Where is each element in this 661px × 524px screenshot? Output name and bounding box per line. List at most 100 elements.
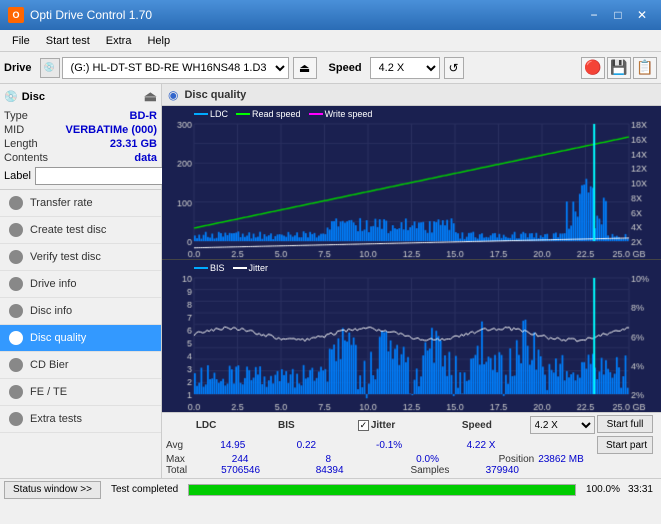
- disc-header: 💿 Disc ⏏: [4, 88, 157, 105]
- stats-header-row: LDC BIS ✓ Jitter Speed 4.2 X Start full: [166, 415, 657, 435]
- eject-button[interactable]: ⏏: [293, 57, 317, 79]
- chart2: BIS Jitter: [162, 260, 661, 413]
- save-button[interactable]: 📋: [633, 57, 657, 79]
- legend-write: Write speed: [309, 109, 373, 119]
- stats-header-bis: BIS: [246, 420, 326, 431]
- drive-label: Drive: [4, 62, 32, 74]
- sidebar-item-verify-test-disc[interactable]: Verify test disc: [0, 244, 161, 271]
- sidebar-item-disc-info[interactable]: Disc info: [0, 298, 161, 325]
- minimize-button[interactable]: −: [583, 4, 605, 26]
- nav-drive-info-label: Drive info: [30, 278, 76, 290]
- menubar: File Start test Extra Help: [0, 30, 661, 52]
- sidebar-nav: Transfer rate Create test disc Verify te…: [0, 190, 161, 478]
- start-part-button[interactable]: Start part: [597, 436, 653, 454]
- bis-legend-color: [194, 267, 208, 269]
- main-area: 💿 Disc ⏏ Type BD-R MID VERBATIMe (000) L…: [0, 84, 661, 478]
- chart2-legend: BIS Jitter: [194, 263, 268, 273]
- disc-type-value: BD-R: [130, 110, 158, 122]
- stats-speed-select-container: 4.2 X: [527, 416, 597, 434]
- disc-section-title: Disc: [22, 91, 45, 103]
- disc-info-icon: [8, 303, 24, 319]
- start-full-button[interactable]: Start full: [597, 415, 653, 433]
- titlebar-left: O Opti Drive Control 1.70: [8, 7, 152, 23]
- stats-max-row: Max 244 8 0.0% Position 23862 MB: [166, 454, 657, 465]
- sidebar-item-create-test-disc[interactable]: Create test disc: [0, 217, 161, 244]
- menu-file[interactable]: File: [4, 33, 38, 49]
- jitter-label: Jitter: [371, 420, 395, 431]
- ldc-legend-color: [194, 113, 208, 115]
- status-time: 33:31: [624, 484, 657, 495]
- stats-header-speed: Speed: [427, 420, 527, 431]
- progress-fill: [189, 485, 575, 495]
- max-ldc: 244: [196, 454, 284, 465]
- transfer-rate-icon: [8, 195, 24, 211]
- drive-select[interactable]: (G:) HL-DT-ST BD-RE WH16NS48 1.D3: [62, 57, 289, 79]
- avg-jitter: -0.1%: [343, 440, 435, 451]
- legend-jitter: Jitter: [233, 263, 269, 273]
- disc-label-text: Label: [4, 170, 31, 182]
- statusbar: Status window >> Test completed 100.0% 3…: [0, 478, 661, 500]
- maximize-button[interactable]: □: [607, 4, 629, 26]
- menu-starttest[interactable]: Start test: [38, 33, 98, 49]
- stats-speed-select[interactable]: 4.2 X: [530, 416, 595, 434]
- disc-label-input[interactable]: [35, 167, 183, 185]
- write-legend-color: [309, 113, 323, 115]
- sidebar-item-disc-quality[interactable]: Disc quality: [0, 325, 161, 352]
- status-window-button[interactable]: Status window >>: [4, 481, 101, 499]
- titlebar: O Opti Drive Control 1.70 − □ ✕: [0, 0, 661, 30]
- disc-mid-row: MID VERBATIMe (000): [4, 123, 157, 137]
- disc-label-row: Label ✎: [4, 167, 157, 185]
- position-label: Position: [483, 454, 538, 465]
- disc-mid-label: MID: [4, 124, 24, 136]
- content-title: Disc quality: [184, 89, 246, 101]
- sidebar-item-extra-tests[interactable]: Extra tests: [0, 406, 161, 433]
- jitter-checkbox[interactable]: ✓: [358, 420, 369, 431]
- menu-help[interactable]: Help: [139, 33, 178, 49]
- disc-contents-label: Contents: [4, 152, 48, 164]
- disc-contents-value: data: [134, 152, 157, 164]
- read-legend-color: [236, 113, 250, 115]
- avg-ldc: 14.95: [196, 440, 270, 451]
- legend-read: Read speed: [236, 109, 301, 119]
- chart1: LDC Read speed Write speed: [162, 106, 661, 260]
- sidebar-item-drive-info[interactable]: Drive info: [0, 271, 161, 298]
- samples-label: Samples: [374, 465, 485, 476]
- disc-eject-icon[interactable]: ⏏: [144, 88, 157, 105]
- drive-info-icon: [8, 276, 24, 292]
- speed-apply-button[interactable]: ↺: [444, 57, 464, 79]
- sidebar-item-transfer-rate[interactable]: Transfer rate: [0, 190, 161, 217]
- stats-header-ldc: LDC: [166, 420, 246, 431]
- avg-btn-spacer: Start part: [597, 436, 657, 454]
- max-bis: 8: [284, 454, 372, 465]
- disc-length-row: Length 23.31 GB: [4, 137, 157, 151]
- nav-create-test-label: Create test disc: [30, 224, 106, 236]
- disc-length-label: Length: [4, 138, 38, 150]
- jitter-legend-label: Jitter: [249, 263, 269, 273]
- sidebar-item-cd-bier[interactable]: CD Bier: [0, 352, 161, 379]
- ldc-legend-label: LDC: [210, 109, 228, 119]
- verify-test-icon: [8, 249, 24, 265]
- content-header-icon: ◉: [168, 88, 178, 102]
- total-ldc: 5706546: [196, 465, 285, 476]
- disc-section-icon: 💿: [4, 90, 18, 103]
- extra-tests-icon: [8, 411, 24, 427]
- position-value: 23862 MB: [538, 454, 597, 465]
- charts-area: LDC Read speed Write speed: [162, 106, 661, 412]
- speed-select[interactable]: 4.2 X: [370, 57, 440, 79]
- paste-button[interactable]: 💾: [607, 57, 631, 79]
- fe-te-icon: [8, 384, 24, 400]
- nav-disc-quality-label: Disc quality: [30, 332, 86, 344]
- close-button[interactable]: ✕: [631, 4, 653, 26]
- drive-icon: 💿: [40, 58, 60, 78]
- copy-button[interactable]: 🔴: [581, 57, 605, 79]
- max-label: Max: [166, 454, 196, 465]
- status-text: Test completed: [105, 484, 184, 495]
- stats-header-jitter: ✓ Jitter: [326, 420, 426, 431]
- menu-extra[interactable]: Extra: [98, 33, 140, 49]
- toolbar-right-buttons: 🔴 💾 📋: [581, 57, 657, 79]
- read-legend-label: Read speed: [252, 109, 301, 119]
- chart2-canvas: [162, 260, 661, 413]
- sidebar-item-fe-te[interactable]: FE / TE: [0, 379, 161, 406]
- status-percent: 100.0%: [580, 484, 620, 495]
- stats-start-buttons: Start full: [597, 415, 657, 435]
